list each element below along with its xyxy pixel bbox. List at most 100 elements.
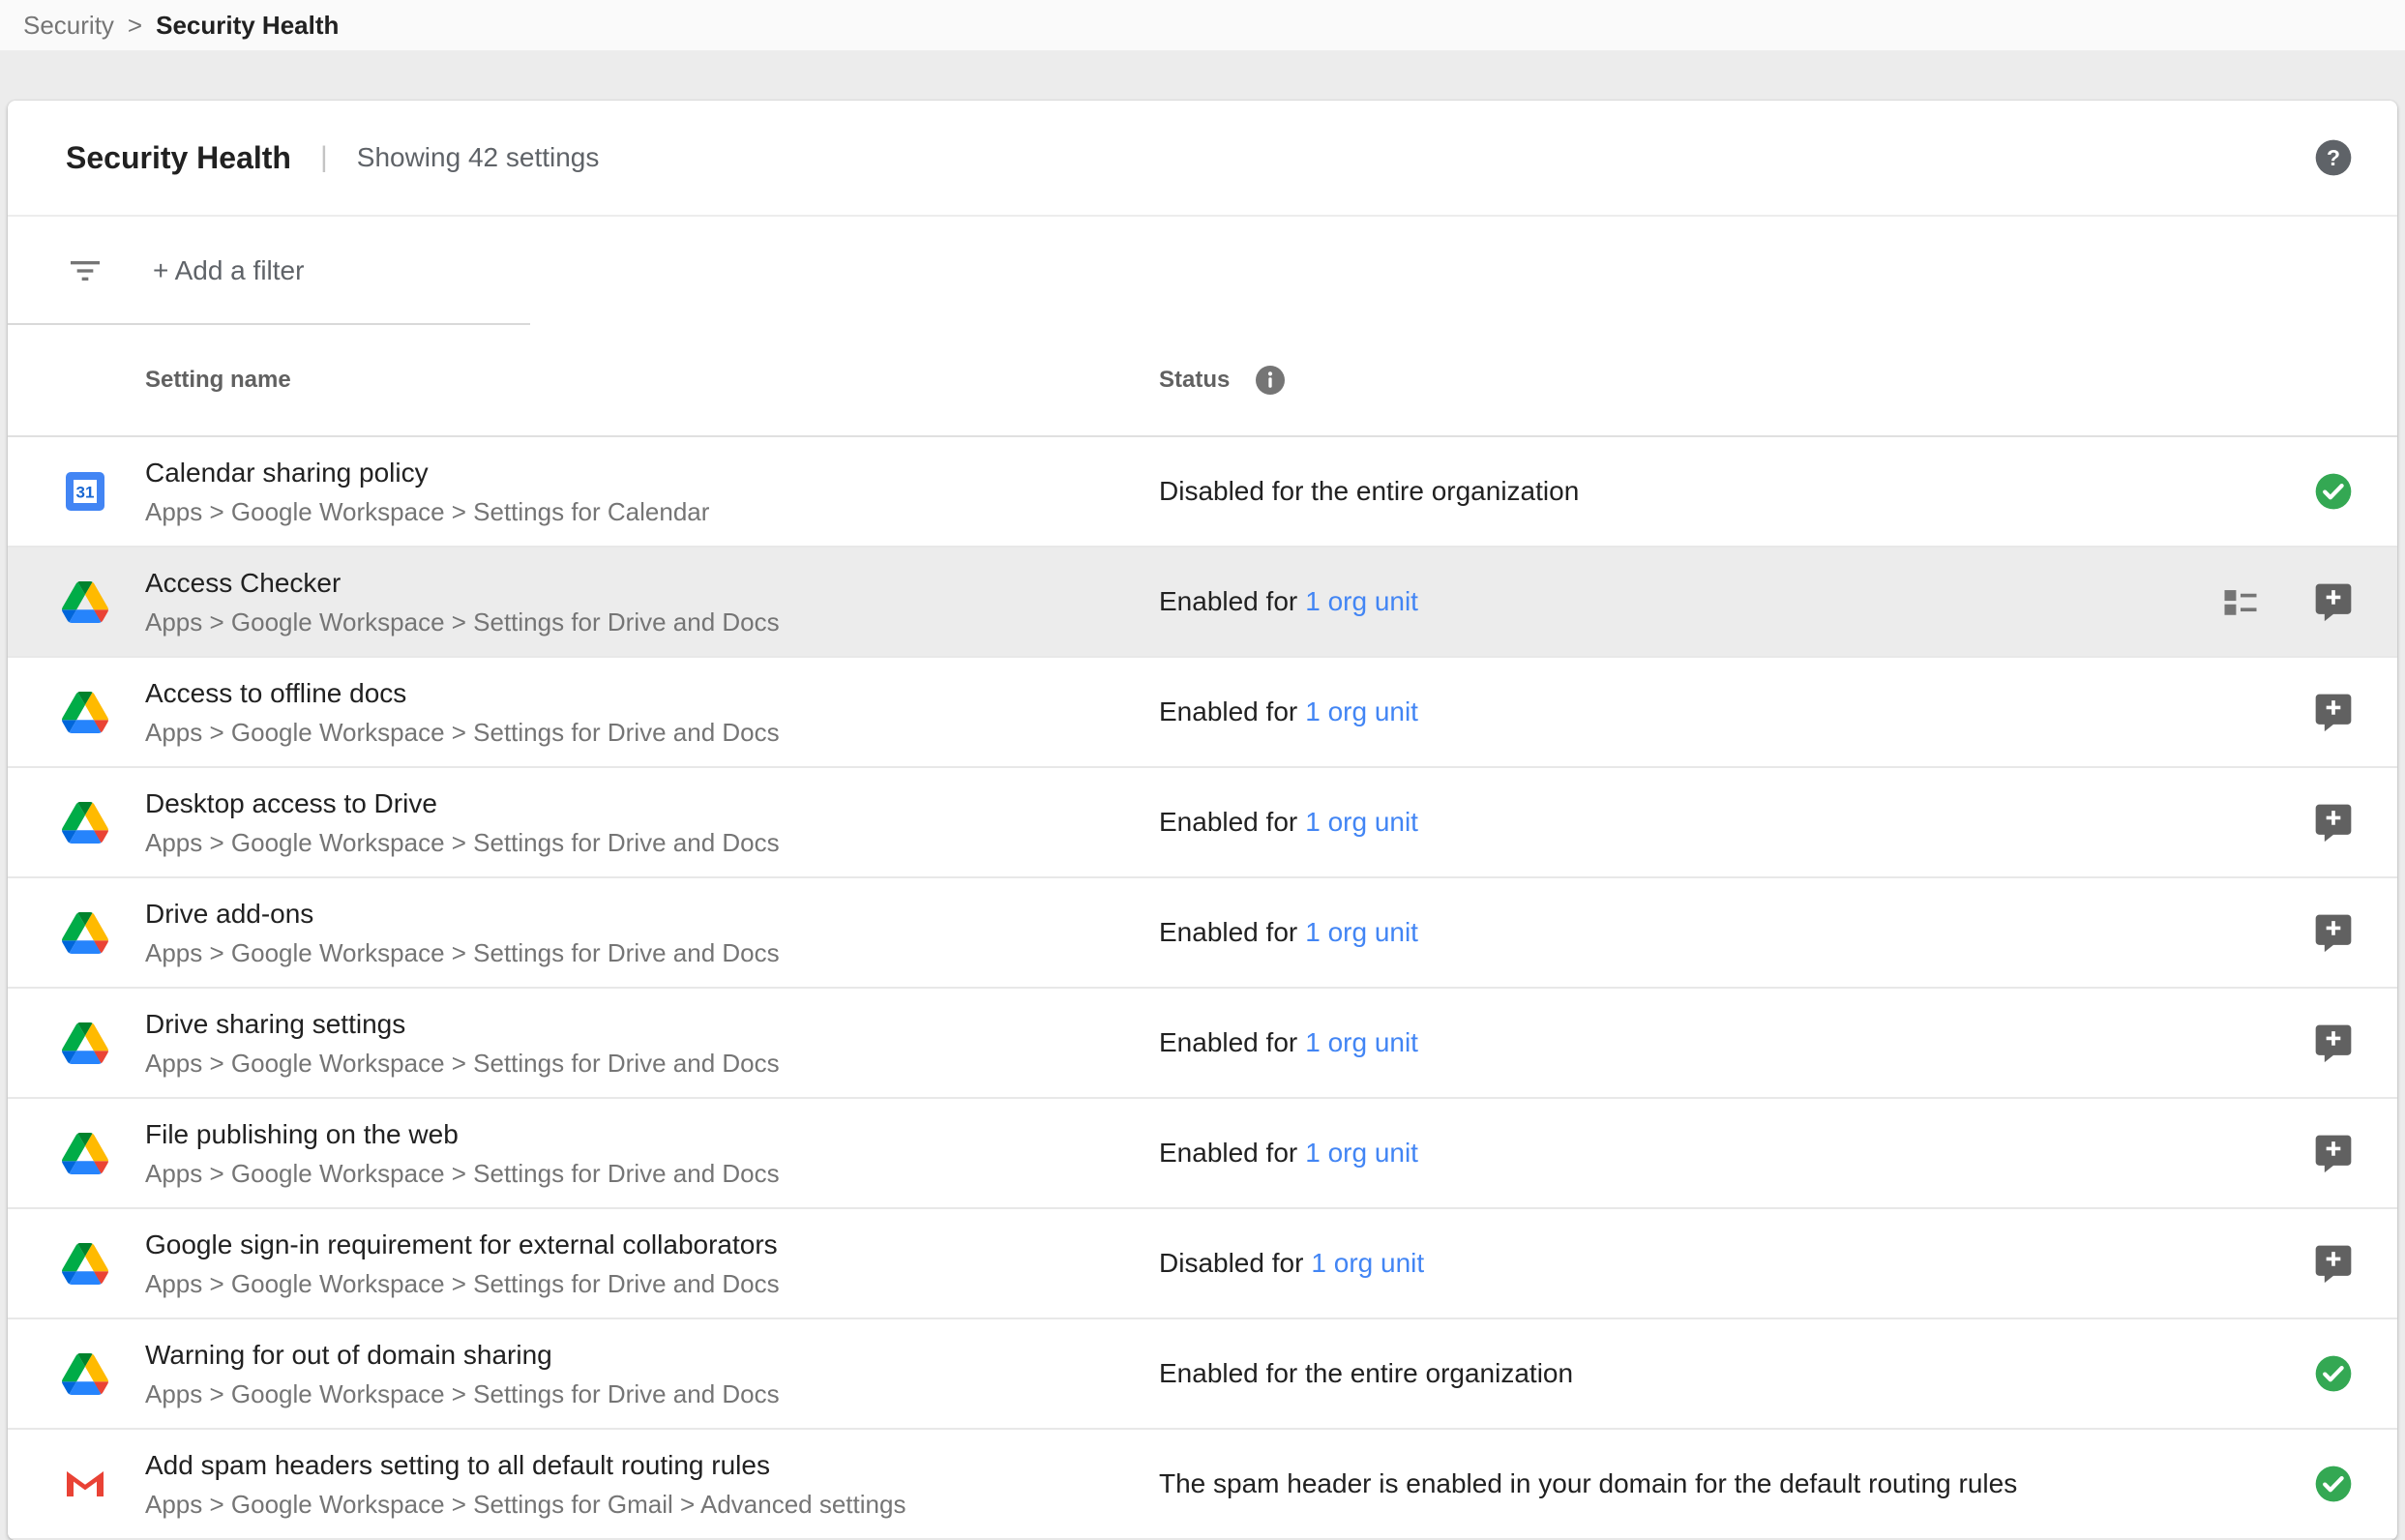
green-check-icon — [2312, 470, 2355, 513]
setting-name: Warning for out of domain sharing — [145, 1336, 1151, 1375]
setting-name: Access Checker — [145, 564, 1151, 603]
setting-main: Drive sharing settings Apps > Google Wor… — [124, 1005, 1151, 1081]
status-info-icon[interactable] — [1253, 363, 1288, 398]
setting-path: Apps > Google Workspace > Settings for D… — [145, 1377, 1151, 1411]
status-text: Enabled for — [1159, 1138, 1297, 1168]
security-health-card: Security Health | Showing 42 settings ? … — [8, 101, 2397, 1540]
column-header-setting-name: Setting name — [124, 367, 1151, 394]
setting-row[interactable]: Drive sharing settings Apps > Google Wor… — [8, 989, 2397, 1099]
setting-main: Access to offline docs Apps > Google Wor… — [124, 674, 1151, 750]
flag-plus-icon[interactable] — [2312, 580, 2355, 623]
setting-row[interactable]: Access Checker Apps > Google Workspace >… — [8, 548, 2397, 658]
google-drive-icon — [62, 1020, 108, 1066]
row-actions — [2107, 801, 2397, 844]
google-drive-icon — [62, 799, 108, 845]
setting-name: Drive add-ons — [145, 895, 1151, 933]
status-text: Enabled for the entire organization — [1159, 1358, 1573, 1388]
setting-row[interactable]: Access to offline docs Apps > Google Wor… — [8, 658, 2397, 768]
status-text: Enabled for — [1159, 586, 1297, 616]
breadcrumb-security-link[interactable]: Security — [23, 11, 114, 41]
row-actions — [2107, 580, 2397, 623]
setting-status: Enabled for 1 org unit — [1151, 1138, 2107, 1169]
flag-plus-icon[interactable] — [2312, 1242, 2355, 1285]
setting-path: Apps > Google Workspace > Settings for D… — [145, 1156, 1151, 1191]
status-text: Disabled for — [1159, 1248, 1303, 1278]
setting-main: Access Checker Apps > Google Workspace >… — [124, 564, 1151, 639]
setting-name: Calendar sharing policy — [145, 454, 1151, 492]
filter-list-icon — [66, 252, 104, 290]
card-header: Security Health | Showing 42 settings ? — [8, 101, 2397, 217]
setting-name: Access to offline docs — [145, 674, 1151, 713]
flag-plus-icon[interactable] — [2312, 911, 2355, 954]
setting-path: Apps > Google Workspace > Settings for D… — [145, 1266, 1151, 1301]
google-drive-icon — [62, 1350, 108, 1397]
org-unit-link[interactable]: 1 org unit — [1311, 1248, 1424, 1278]
row-actions — [2107, 1022, 2397, 1064]
setting-main: Drive add-ons Apps > Google Workspace > … — [124, 895, 1151, 970]
setting-status: Enabled for1 org unit — [1151, 807, 2107, 838]
column-header-status: Status — [1151, 363, 2107, 398]
setting-name: Google sign-in requirement for external … — [145, 1226, 1151, 1264]
setting-main: Warning for out of domain sharing Apps >… — [124, 1336, 1151, 1411]
flag-plus-icon[interactable] — [2312, 801, 2355, 844]
svg-text:31: 31 — [76, 484, 95, 502]
page-title: Security Health — [66, 140, 291, 176]
svg-text:?: ? — [2327, 145, 2340, 170]
setting-status: The spam header is enabled in your domai… — [1151, 1468, 2107, 1499]
org-unit-link[interactable]: 1 org unit — [1305, 917, 1418, 947]
status-text: Enabled for — [1159, 1027, 1297, 1057]
setting-row[interactable]: Warning for out of domain sharing Apps >… — [8, 1319, 2397, 1430]
setting-status: Enabled for 1 org unit — [1151, 1027, 2107, 1058]
setting-name: Drive sharing settings — [145, 1005, 1151, 1044]
setting-name: Desktop access to Drive — [145, 785, 1151, 823]
green-check-icon — [2312, 1352, 2355, 1395]
table-header: Setting name Status — [8, 325, 2397, 437]
org-unit-link[interactable]: 1 org unit — [1305, 1027, 1418, 1057]
org-unit-link[interactable]: 1 org unit — [1305, 1138, 1418, 1168]
setting-row[interactable]: File publishing on the web Apps > Google… — [8, 1099, 2397, 1209]
title-separator: | — [320, 141, 328, 174]
setting-main: Calendar sharing policy Apps > Google Wo… — [124, 454, 1151, 529]
row-actions — [2107, 911, 2397, 954]
setting-status: Disabled for the entire organization — [1151, 476, 2107, 507]
breadcrumb-current-page: Security Health — [156, 11, 339, 41]
setting-status: Enabled for 1 org unit — [1151, 696, 2107, 727]
setting-row[interactable]: Google sign-in requirement for external … — [8, 1209, 2397, 1319]
column-header-status-label: Status — [1159, 367, 1230, 394]
status-text: The spam header is enabled in your domai… — [1159, 1468, 2017, 1498]
google-calendar-icon: 31 — [62, 468, 108, 515]
google-drive-icon — [62, 1130, 108, 1176]
setting-path: Apps > Google Workspace > Settings for D… — [145, 605, 1151, 639]
help-icon: ? — [2312, 136, 2355, 179]
google-drive-icon — [62, 1240, 108, 1287]
setting-path: Apps > Google Workspace > Settings for D… — [145, 825, 1151, 860]
row-actions — [2107, 691, 2397, 733]
org-units-icon[interactable] — [2219, 580, 2262, 623]
add-filter-button[interactable]: + Add a filter — [153, 255, 304, 286]
flag-plus-icon[interactable] — [2312, 1132, 2355, 1174]
google-drive-icon — [62, 689, 108, 735]
setting-path: Apps > Google Workspace > Settings for D… — [145, 715, 1151, 750]
org-unit-link[interactable]: 1 org unit — [1305, 696, 1418, 726]
setting-name: File publishing on the web — [145, 1115, 1151, 1154]
org-unit-link[interactable]: 1 org unit — [1305, 586, 1418, 616]
setting-path: Apps > Google Workspace > Settings for D… — [145, 1046, 1151, 1081]
flag-plus-icon[interactable] — [2312, 1022, 2355, 1064]
row-actions — [2107, 1352, 2397, 1395]
setting-row[interactable]: 31 Calendar sharing policy Apps > Google… — [8, 437, 2397, 548]
setting-row[interactable]: Add spam headers setting to all default … — [8, 1430, 2397, 1540]
setting-row[interactable]: Desktop access to Drive Apps > Google Wo… — [8, 768, 2397, 878]
setting-row[interactable]: Drive add-ons Apps > Google Workspace > … — [8, 878, 2397, 989]
setting-path: Apps > Google Workspace > Settings for C… — [145, 494, 1151, 529]
flag-plus-icon[interactable] — [2312, 691, 2355, 733]
green-check-icon — [2312, 1463, 2355, 1505]
filter-underline — [8, 323, 530, 325]
setting-status: Disabled for 1 org unit — [1151, 1248, 2107, 1279]
org-unit-link[interactable]: 1 org unit — [1305, 807, 1418, 837]
status-text: Disabled for the entire organization — [1159, 476, 1579, 506]
row-actions — [2107, 470, 2397, 513]
filter-bar: + Add a filter — [8, 217, 2397, 325]
status-text: Enabled for — [1159, 696, 1297, 726]
help-button[interactable]: ? — [2312, 136, 2355, 179]
setting-status: Enabled for1 org unit — [1151, 917, 2107, 948]
